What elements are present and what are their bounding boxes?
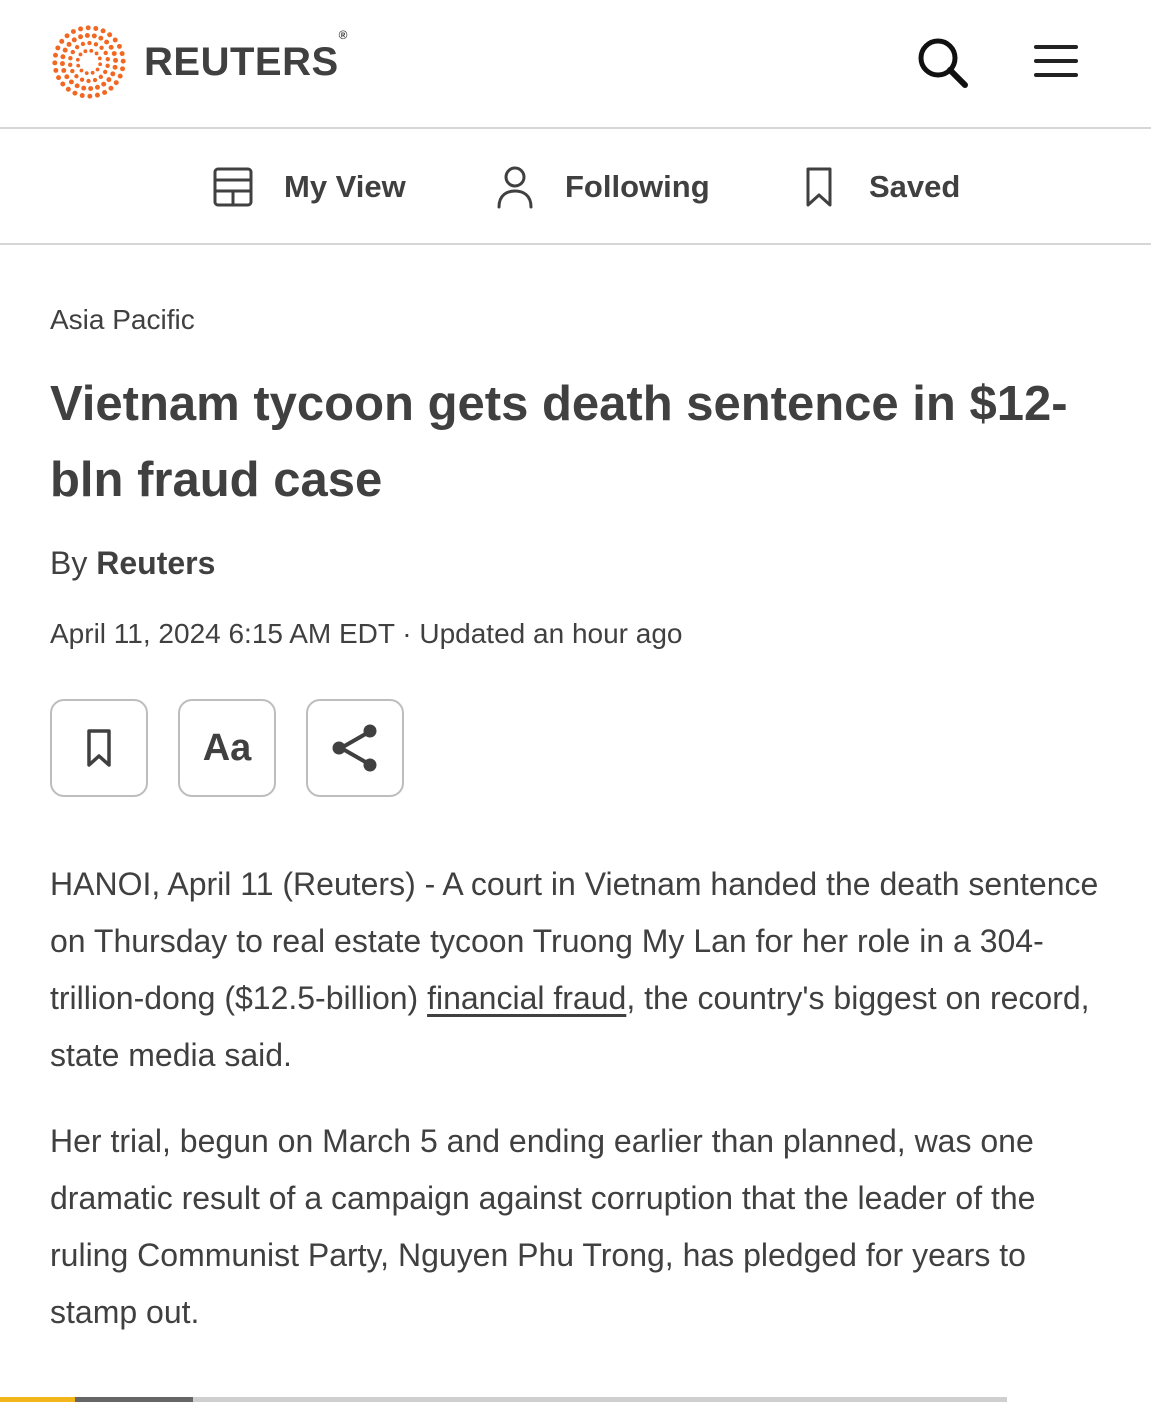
top-bar: REUTERS® [0,0,1151,129]
byline: By Reuters [50,545,215,582]
nav-my-view[interactable]: My View [212,165,406,209]
article-timestamp: April 11, 2024 6:15 AM EDT · Updated an … [50,618,683,649]
reuters-logo[interactable]: REUTERS® [50,24,348,100]
bookmark-icon [806,167,832,207]
share-icon [332,724,377,772]
article-paragraph: HANOI, April 11 (Reuters) - A court in V… [50,866,1099,1073]
section-link[interactable]: Asia Pacific [50,304,195,336]
search-icon [918,38,968,88]
bookmark-icon [87,729,111,767]
nav-my-view-label: My View [284,169,406,204]
byline-author[interactable]: Reuters [96,545,215,581]
financial-fraud-link[interactable]: financial fraud [427,980,626,1016]
article-headline: Vietnam tycoon gets death sentence in $1… [50,377,1068,507]
bookmark-article-button[interactable] [50,699,148,797]
progress-accent-segment [0,1397,75,1402]
search-button[interactable] [914,34,970,90]
nav-saved-label: Saved [869,169,961,204]
share-button[interactable] [306,699,404,797]
byline-prefix: By [50,545,88,581]
font-size-button[interactable]: Aa [178,699,276,797]
nav-following-label: Following [565,169,710,204]
progress-segment [75,1397,193,1402]
reading-progress-bar [0,1397,1007,1402]
layout-icon [213,167,253,207]
person-icon [497,166,533,209]
hamburger-menu-icon [1034,45,1078,77]
article-paragraph: Her trial, begun on March 5 and ending e… [50,1123,1036,1330]
nav-saved[interactable]: Saved [805,165,960,209]
nav-following[interactable]: Following [495,165,710,209]
brand-name: REUTERS® [144,27,348,84]
menu-button[interactable] [1032,42,1080,80]
sub-navigation: My View Following Saved [0,129,1151,245]
reuters-logo-mark-icon [52,25,126,99]
